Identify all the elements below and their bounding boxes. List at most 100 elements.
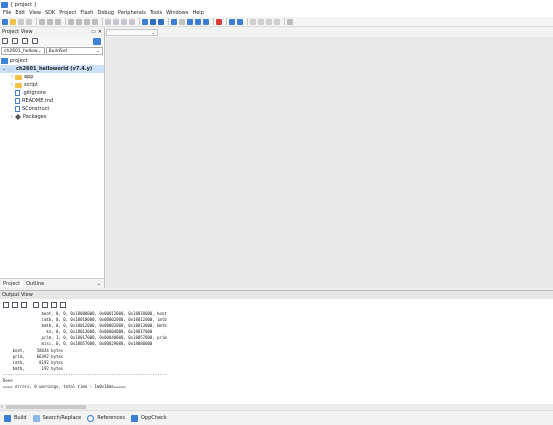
- tree-item-label: SConstruct: [22, 106, 50, 112]
- tab-references[interactable]: References: [97, 415, 125, 421]
- zoom-out-icon[interactable]: [237, 18, 243, 25]
- chevron-down-icon: ⌄: [96, 48, 100, 54]
- stop-build-icon[interactable]: [129, 18, 135, 25]
- save-icon[interactable]: [18, 18, 24, 25]
- rebuild-icon[interactable]: [113, 18, 119, 25]
- folder-icon: [7, 66, 14, 72]
- tab-project[interactable]: Project: [0, 280, 24, 287]
- menu-edit[interactable]: Edit: [15, 10, 25, 16]
- toolbar-separator: [36, 18, 37, 25]
- flash-icon[interactable]: [150, 18, 156, 25]
- clear-icon[interactable]: [33, 301, 39, 308]
- toolbar-separator: [65, 18, 66, 25]
- menu-project[interactable]: Project: [59, 10, 76, 16]
- tree-item-label: project: [10, 58, 28, 64]
- copy-icon[interactable]: [47, 18, 53, 25]
- search-icon[interactable]: [32, 414, 40, 422]
- tree-item-readme[interactable]: README.md: [0, 97, 104, 105]
- editor-area[interactable]: [106, 37, 553, 288]
- target-icon[interactable]: [32, 38, 38, 44]
- menu-flash[interactable]: Flash: [80, 10, 93, 16]
- home-icon[interactable]: [12, 38, 18, 44]
- tree-item-label: app: [24, 74, 34, 80]
- debug-icon[interactable]: [171, 18, 177, 25]
- file-icon: [15, 98, 20, 104]
- menu-view[interactable]: View: [29, 10, 41, 16]
- tree-item-ch2601-helloworld[interactable]: ⌄ ch2601_helloworld (v7.4.y): [0, 65, 104, 73]
- open-folder-icon[interactable]: [10, 18, 16, 25]
- chevron-down-icon[interactable]: ⌄: [97, 281, 101, 287]
- grid-icon[interactable]: [216, 18, 222, 25]
- tree-item-app[interactable]: › app: [0, 73, 104, 81]
- save-icon[interactable]: [51, 301, 57, 308]
- document-select[interactable]: ⌄: [106, 29, 158, 36]
- menu-windows[interactable]: Windows: [166, 10, 188, 16]
- home-icon[interactable]: [287, 18, 293, 25]
- zoom-in-icon[interactable]: [229, 18, 235, 25]
- settings-icon[interactable]: [3, 301, 9, 308]
- menu-sdk[interactable]: SDK: [45, 10, 55, 16]
- forward-icon[interactable]: [92, 18, 98, 25]
- chip-icon[interactable]: [179, 18, 185, 25]
- buildset-select[interactable]: BuildSet ⌄: [45, 47, 103, 55]
- tool-icon[interactable]: [250, 18, 256, 25]
- scrollbar-thumb[interactable]: [6, 405, 86, 409]
- oppcheck-icon[interactable]: [131, 414, 138, 422]
- project-bottom-tabs: Project Outline ⌄: [0, 278, 104, 288]
- tree-item-project[interactable]: project: [0, 57, 104, 65]
- wrap-icon[interactable]: [21, 301, 27, 308]
- pin-icon[interactable]: ▭: [91, 29, 96, 35]
- tree-item-sconstruct[interactable]: SConstruct: [0, 105, 104, 113]
- download-icon[interactable]: [142, 18, 148, 25]
- link-icon[interactable]: [93, 37, 101, 45]
- undo-icon[interactable]: [68, 18, 74, 25]
- tab-search-replace[interactable]: Search/Replace: [43, 415, 82, 421]
- tree-item-script[interactable]: › script: [0, 81, 104, 89]
- references-icon[interactable]: [87, 414, 95, 422]
- paste-icon[interactable]: [55, 18, 61, 25]
- folder-icon: [15, 82, 22, 88]
- cut-icon[interactable]: [39, 18, 45, 25]
- chevron-down-icon: ⌄: [37, 48, 42, 54]
- layout-icon[interactable]: [203, 18, 209, 25]
- toolbar-separator: [168, 18, 169, 25]
- tab-build[interactable]: Build: [14, 415, 27, 421]
- window-title: { project }: [10, 1, 37, 8]
- tool-icon[interactable]: [266, 18, 272, 25]
- build-icon[interactable]: [105, 18, 111, 25]
- pin-icon[interactable]: [12, 301, 18, 308]
- tab-oppcheck[interactable]: OppCheck: [141, 415, 167, 421]
- project-view-panel: Project View ▭ ✕ ch2601_hellow ⌄ BuildSe…: [0, 28, 105, 288]
- output-view-title: Output View: [2, 292, 33, 298]
- project-toolbar: [0, 36, 104, 46]
- tree-item-gitignore[interactable]: .gitignore: [0, 89, 104, 97]
- settings-icon[interactable]: [22, 38, 28, 44]
- app-icon: [1, 1, 8, 8]
- window-icon[interactable]: [195, 18, 201, 25]
- tree-item-packages[interactable]: › Packages: [0, 113, 104, 121]
- menu-peripherals[interactable]: Peripherals: [118, 10, 146, 16]
- build-config-row: ch2601_hellow ⌄ BuildSet ⌄: [0, 46, 104, 56]
- terminal-icon[interactable]: [187, 18, 193, 25]
- menu-help[interactable]: Help: [192, 10, 203, 16]
- redo-icon[interactable]: [76, 18, 82, 25]
- output-console[interactable]: boot, 0, 0, 0x18000000, 0x00012000, 0x18…: [3, 311, 551, 403]
- navigate-icon[interactable]: [2, 38, 8, 44]
- clean-icon[interactable]: [121, 18, 127, 25]
- menu-file[interactable]: File: [3, 10, 11, 16]
- back-icon[interactable]: [84, 18, 90, 25]
- menu-debug[interactable]: Debug: [97, 10, 113, 16]
- copy-icon[interactable]: [42, 301, 48, 308]
- close-icon[interactable]: ✕: [98, 29, 102, 35]
- tab-outline[interactable]: Outline: [23, 281, 47, 287]
- target-select[interactable]: ch2601_hellow ⌄: [1, 47, 45, 55]
- delete-icon[interactable]: [60, 301, 66, 308]
- menu-tools[interactable]: Tools: [150, 10, 162, 16]
- tool-icon[interactable]: [258, 18, 264, 25]
- tool-icon[interactable]: [274, 18, 280, 25]
- save-all-icon[interactable]: [26, 18, 32, 25]
- build-icon[interactable]: [4, 414, 11, 422]
- console-line: ==== errors, 0 warnings, total time : 1m…: [3, 384, 126, 390]
- new-file-icon[interactable]: [2, 18, 8, 25]
- erase-icon[interactable]: [158, 18, 164, 25]
